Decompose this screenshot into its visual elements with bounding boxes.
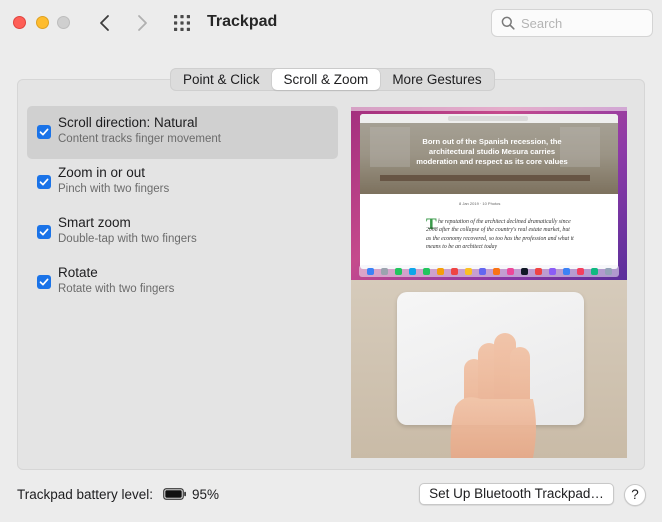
show-all-button[interactable] bbox=[172, 14, 192, 32]
battery-level: 95% bbox=[192, 487, 220, 502]
hand-icon bbox=[450, 333, 536, 458]
title-bar: Trackpad bbox=[0, 0, 662, 50]
gesture-preview: Born out of the Spanish recession, the a… bbox=[351, 107, 627, 458]
checkmark-icon bbox=[39, 128, 49, 136]
smart-zoom-checkbox[interactable] bbox=[37, 225, 51, 239]
option-title: Rotate bbox=[58, 265, 98, 280]
scroll-direction-checkbox[interactable] bbox=[37, 125, 51, 139]
option-subtitle: Pinch with two fingers bbox=[58, 183, 170, 195]
tab-scroll-and-zoom[interactable]: Scroll & Zoom bbox=[271, 69, 381, 90]
checkmark-icon bbox=[39, 278, 49, 286]
search-input[interactable] bbox=[521, 14, 647, 32]
option-subtitle: Rotate with two fingers bbox=[58, 283, 175, 295]
checkmark-icon bbox=[39, 178, 49, 186]
option-subtitle: Double-tap with two fingers bbox=[58, 233, 197, 245]
battery-icon bbox=[163, 488, 186, 500]
chevron-right-icon bbox=[138, 15, 147, 31]
chevron-left-icon bbox=[100, 15, 109, 31]
option-title: Scroll direction: Natural bbox=[58, 115, 198, 130]
close-button[interactable] bbox=[13, 16, 26, 29]
tab-bar: Point & Click Scroll & Zoom More Gesture… bbox=[170, 68, 495, 91]
tab-point-and-click[interactable]: Point & Click bbox=[171, 69, 272, 90]
checkmark-icon bbox=[39, 228, 49, 236]
battery-label: Trackpad battery level: bbox=[17, 487, 154, 502]
option-subtitle: Content tracks finger movement bbox=[58, 133, 221, 145]
zoom-checkbox[interactable] bbox=[37, 175, 51, 189]
search-field[interactable] bbox=[491, 9, 653, 37]
grid-icon bbox=[174, 15, 190, 31]
window-title: Trackpad bbox=[207, 13, 278, 30]
option-scroll-direction[interactable]: Scroll direction: Natural Content tracks… bbox=[27, 106, 338, 159]
option-rotate[interactable]: Rotate Rotate with two fingers bbox=[27, 256, 338, 309]
option-title: Zoom in or out bbox=[58, 165, 146, 180]
help-button[interactable]: ? bbox=[624, 484, 646, 506]
search-icon bbox=[501, 16, 515, 30]
zoom-button[interactable] bbox=[57, 16, 70, 29]
option-zoom[interactable]: Zoom in or out Pinch with two fingers bbox=[27, 156, 338, 209]
option-title: Smart zoom bbox=[58, 215, 131, 230]
back-button[interactable] bbox=[94, 11, 116, 35]
rotate-checkbox[interactable] bbox=[37, 275, 51, 289]
setup-bluetooth-trackpad-button[interactable]: Set Up Bluetooth Trackpad… bbox=[419, 483, 614, 505]
minimize-button[interactable] bbox=[36, 16, 49, 29]
option-smart-zoom[interactable]: Smart zoom Double-tap with two fingers bbox=[27, 206, 338, 259]
tab-more-gestures[interactable]: More Gestures bbox=[380, 69, 493, 90]
forward-button[interactable] bbox=[131, 11, 153, 35]
